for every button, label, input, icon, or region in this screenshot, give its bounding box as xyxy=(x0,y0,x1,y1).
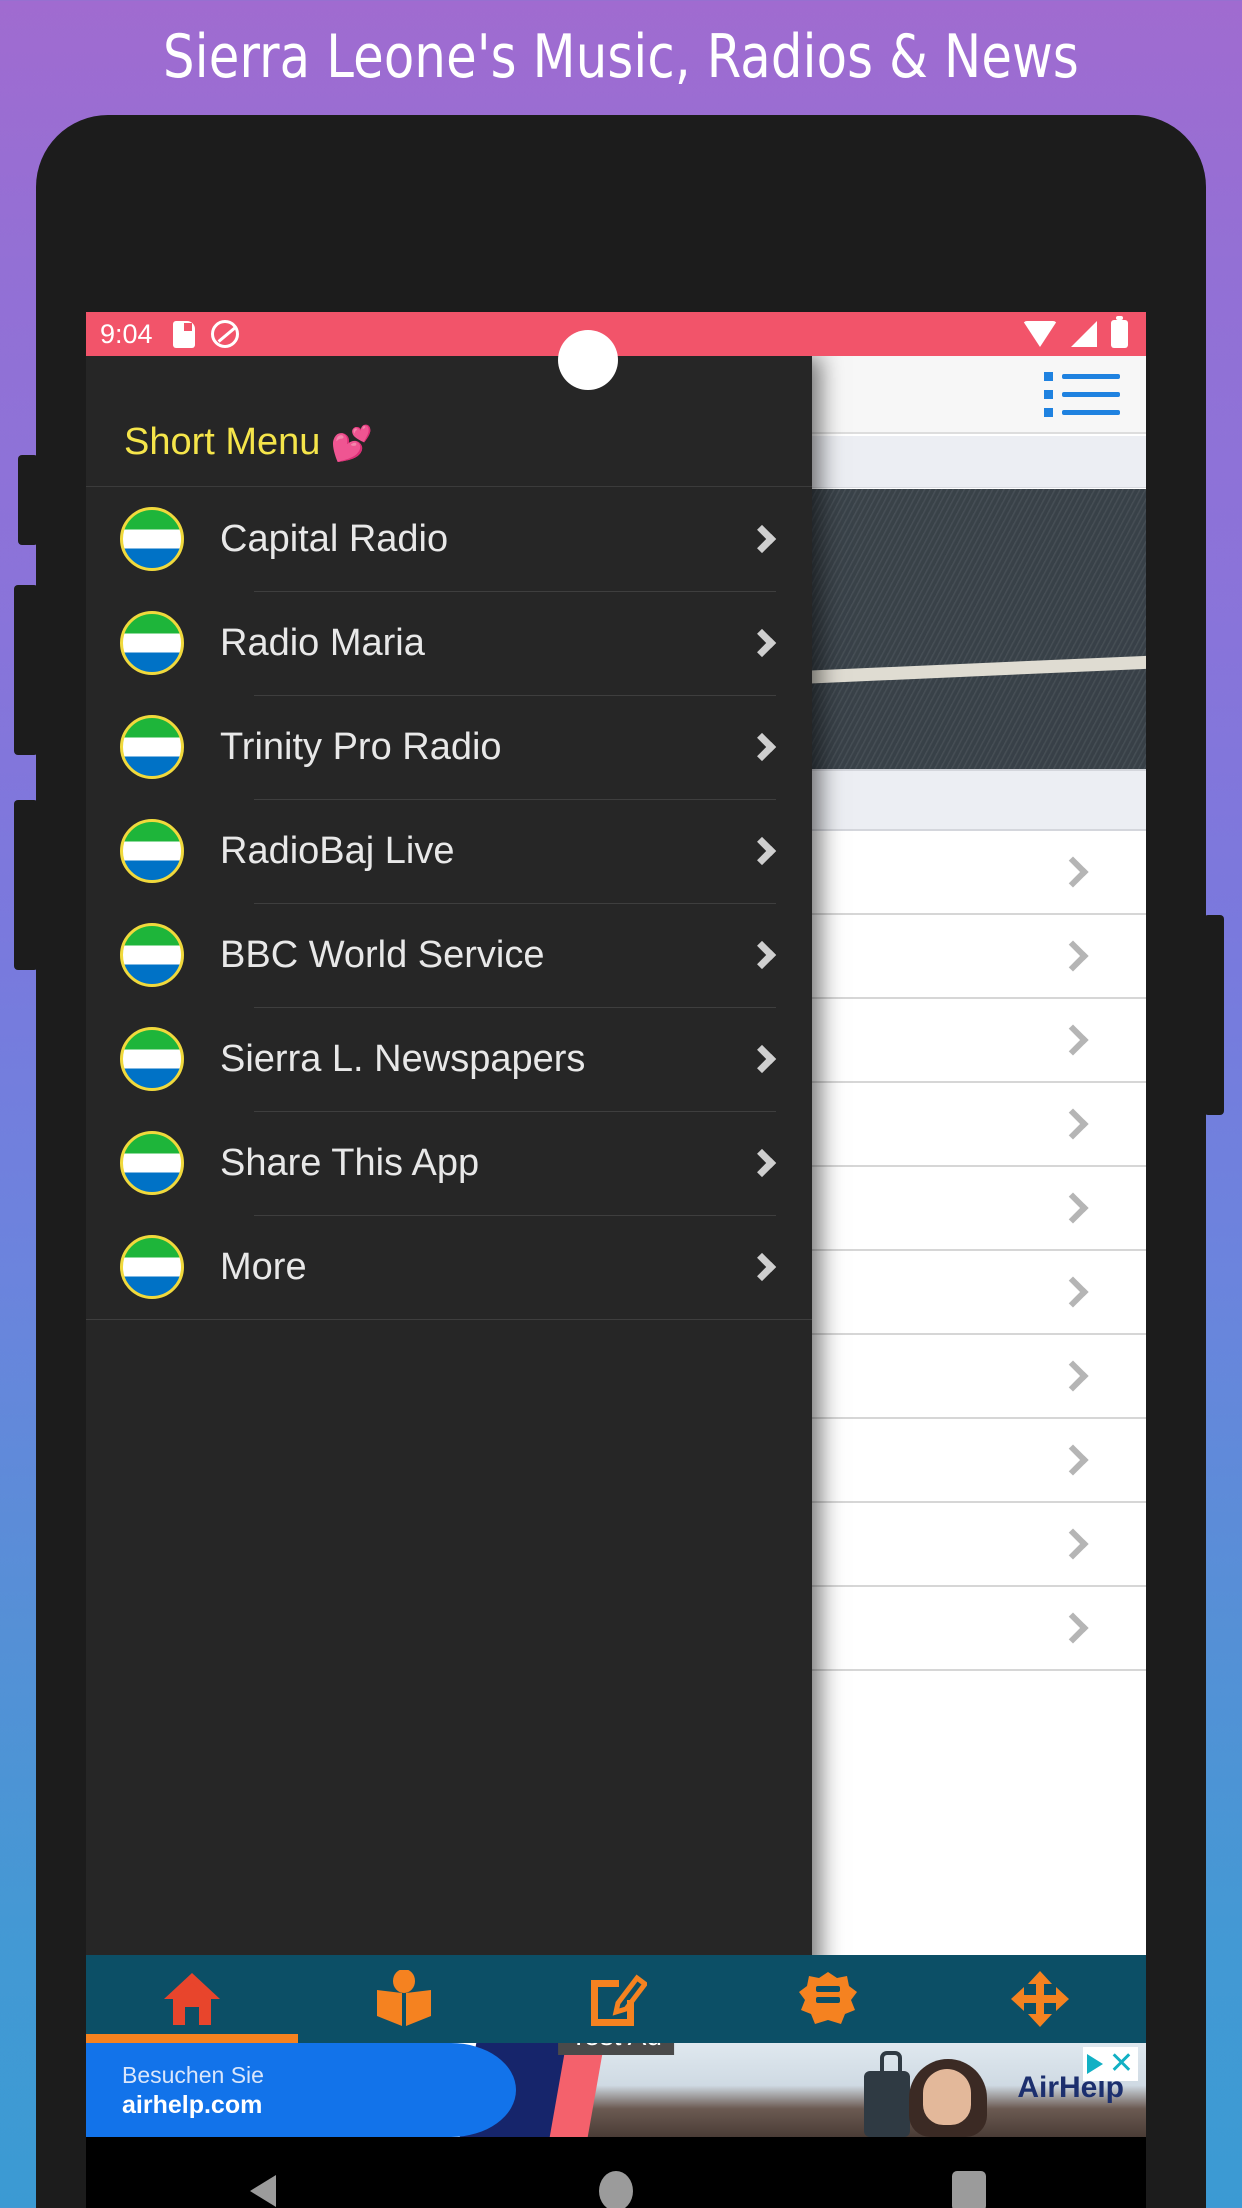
move-icon xyxy=(1011,1971,1069,2027)
drawer-item-label: Trinity Pro Radio xyxy=(220,725,502,768)
drawer-item-more[interactable]: More xyxy=(86,1215,812,1319)
system-back-button[interactable] xyxy=(86,2175,439,2207)
list-view-icon[interactable] xyxy=(1044,371,1120,417)
system-navigation-bar xyxy=(86,2137,1146,2208)
drawer-item-capital-radio[interactable]: Capital Radio xyxy=(86,487,812,591)
chevron-right-icon xyxy=(1057,940,1089,972)
sierra-leone-flag-icon xyxy=(120,611,184,675)
sd-card-icon xyxy=(172,320,195,348)
sierra-leone-flag-icon xyxy=(120,1027,184,1091)
home-circle-icon xyxy=(598,2171,633,2208)
drawer-item-label: Capital Radio xyxy=(220,517,449,560)
device-screen: & News xyxy=(86,312,1146,2208)
front-camera-cutout xyxy=(558,330,618,390)
divider xyxy=(254,591,776,592)
bottom-navigation-bar xyxy=(86,1955,1146,2043)
drawer-header: Short Menu 💕 xyxy=(86,356,812,486)
suitcase-graphic xyxy=(864,2051,910,2137)
chevron-right-icon xyxy=(747,940,777,970)
drawer-item-list: Capital Radio Radio Maria Trinity Pro Ra… xyxy=(86,487,812,1319)
drawer-item-radio-maria[interactable]: Radio Maria xyxy=(86,591,812,695)
nav-tab-mail[interactable] xyxy=(722,1955,934,2043)
chevron-right-icon xyxy=(1057,1108,1089,1140)
sierra-leone-flag-icon xyxy=(120,507,184,571)
drawer-item-label: Sierra L. Newspapers xyxy=(220,1037,586,1080)
battery-icon xyxy=(1111,316,1128,348)
divider xyxy=(254,1007,776,1008)
drawer-item-label: Radio Maria xyxy=(220,621,425,664)
divider xyxy=(254,1215,776,1216)
book-icon xyxy=(377,1970,431,2026)
chevron-right-icon xyxy=(747,1148,777,1178)
compose-icon xyxy=(591,1974,647,2026)
ad-line-2: airhelp.com xyxy=(122,2090,263,2119)
mail-doc-icon xyxy=(799,1972,857,2024)
adchoices-icon[interactable] xyxy=(1086,2054,1103,2074)
chevron-right-icon xyxy=(747,1252,777,1282)
chevron-right-icon xyxy=(1057,1276,1089,1308)
divider xyxy=(254,799,776,800)
nav-tab-home[interactable] xyxy=(86,1955,298,2043)
person-face-graphic xyxy=(922,2069,971,2125)
wifi-icon xyxy=(1023,321,1057,347)
drawer-item-share-this-app[interactable]: Share This App xyxy=(86,1111,812,1215)
nav-tab-read[interactable] xyxy=(298,1955,510,2043)
navigation-drawer: Short Menu 💕 Capital Radio Radio Maria T… xyxy=(86,356,812,2208)
chevron-right-icon xyxy=(1057,1444,1089,1476)
phone-button-left-1[interactable] xyxy=(18,455,38,545)
drawer-item-sierra-l-newspapers[interactable]: Sierra L. Newspapers xyxy=(86,1007,812,1111)
chevron-right-icon xyxy=(1057,1024,1089,1056)
do-not-disturb-icon xyxy=(210,320,239,348)
phone-volume-down-button[interactable] xyxy=(14,800,38,970)
drawer-item-label: More xyxy=(220,1245,307,1288)
phone-frame: & News xyxy=(14,115,1224,2208)
chevron-right-icon xyxy=(1057,1528,1089,1560)
sierra-leone-flag-icon xyxy=(120,819,184,883)
phone-volume-up-button[interactable] xyxy=(14,585,38,755)
drawer-item-label: BBC World Service xyxy=(220,933,545,976)
drawer-item-bbc-world-service[interactable]: BBC World Service xyxy=(86,903,812,1007)
recents-square-icon xyxy=(952,2171,987,2208)
home-icon xyxy=(164,1973,220,2025)
divider xyxy=(254,1111,776,1112)
system-home-button[interactable] xyxy=(439,2171,792,2208)
divider xyxy=(86,1319,812,1320)
promo-title: Sierra Leone's Music, Radios & News xyxy=(163,22,1079,92)
nav-tab-compose[interactable] xyxy=(510,1955,722,2043)
status-bar-time: 9:04 xyxy=(100,318,153,349)
chevron-right-icon xyxy=(747,524,777,554)
drawer-item-label: RadioBaj Live xyxy=(220,829,455,872)
drawer-item-radiobaj-live[interactable]: RadioBaj Live xyxy=(86,799,812,903)
chevron-right-icon xyxy=(747,1044,777,1074)
chevron-right-icon xyxy=(747,628,777,658)
sierra-leone-flag-icon xyxy=(120,923,184,987)
drawer-item-label: Share This App xyxy=(220,1141,480,1184)
ad-banner[interactable]: Besuchen Sie airhelp.com AirHelp ✕ Test … xyxy=(86,2043,1146,2137)
system-recents-button[interactable] xyxy=(793,2171,1146,2208)
chevron-right-icon xyxy=(1057,856,1089,888)
cell-signal-icon xyxy=(1071,321,1097,347)
chevron-right-icon xyxy=(1057,1612,1089,1644)
chevron-right-icon xyxy=(1057,1360,1089,1392)
chevron-right-icon xyxy=(747,732,777,762)
close-icon[interactable]: ✕ xyxy=(1109,2049,1134,2079)
nav-tab-move[interactable] xyxy=(934,1955,1146,2043)
sierra-leone-flag-icon xyxy=(120,1131,184,1195)
divider xyxy=(254,695,776,696)
chevron-right-icon xyxy=(747,836,777,866)
ad-line-1: Besuchen Sie xyxy=(122,2062,264,2088)
test-ad-label: Test Ad xyxy=(558,2043,674,2055)
drawer-item-trinity-pro-radio[interactable]: Trinity Pro Radio xyxy=(86,695,812,799)
divider xyxy=(254,903,776,904)
hearts-icon: 💕 xyxy=(330,425,373,463)
sierra-leone-flag-icon xyxy=(120,715,184,779)
phone-power-button[interactable] xyxy=(1204,915,1224,1115)
active-tab-indicator xyxy=(86,2034,298,2043)
drawer-title: Short Menu xyxy=(124,421,321,463)
adchoices-controls[interactable]: ✕ xyxy=(1082,2047,1138,2081)
chevron-right-icon xyxy=(1057,1192,1089,1224)
back-triangle-icon xyxy=(249,2175,276,2207)
sierra-leone-flag-icon xyxy=(120,1235,184,1299)
ad-text: Besuchen Sie airhelp.com xyxy=(122,2061,264,2121)
